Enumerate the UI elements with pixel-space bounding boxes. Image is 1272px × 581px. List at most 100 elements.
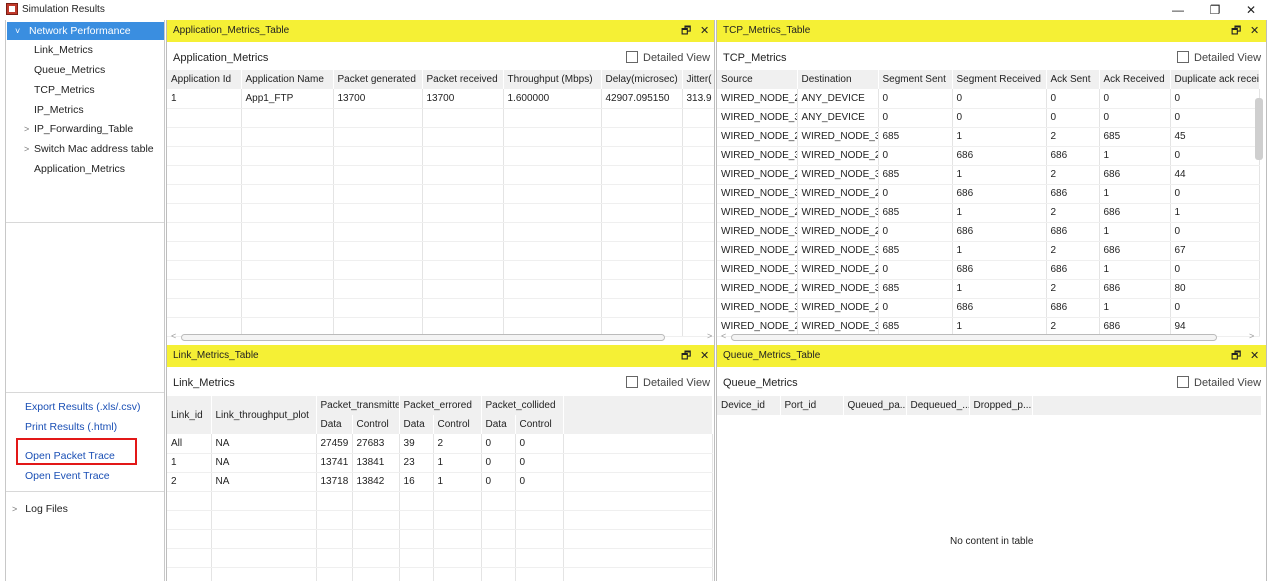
detailed-view-checkbox[interactable]: Detailed View	[1177, 51, 1261, 64]
column-header: Throughput (Mbps)	[503, 70, 602, 89]
table-cell: 2	[1046, 127, 1100, 147]
table-row: WIRED_NODE_3 ANY_DEVICE 0 0 0 0 0	[717, 108, 1260, 128]
restore-icon[interactable]: 🗗	[1231, 20, 1241, 42]
table-cell	[241, 127, 334, 147]
restore-icon[interactable]: 🗗	[1231, 345, 1241, 367]
chevron-right-icon: >	[24, 144, 30, 154]
table-cell	[399, 491, 434, 511]
window-title: Simulation Results	[22, 4, 105, 15]
column-header: Port_id	[780, 396, 844, 415]
empty-table-message: No content in table	[950, 536, 1034, 547]
horizontal-scrollbar[interactable]: < >	[171, 331, 714, 343]
app-icon	[6, 3, 18, 15]
empty-table-row	[167, 510, 713, 530]
table-cell: 685	[878, 279, 953, 299]
table-cell	[503, 222, 602, 242]
close-button[interactable]: ✕	[1236, 1, 1266, 19]
log-files-item[interactable]: > Log Files	[12, 503, 68, 515]
tree-item-tcp-metrics[interactable]: TCP_Metrics	[34, 83, 95, 97]
table-cell: WIRED_NODE_2	[717, 241, 798, 261]
scroll-left-icon[interactable]: <	[721, 331, 726, 341]
table-row: 1 App1_FTP 13700 13700 1.600000 42907.095150 3…	[167, 89, 714, 109]
sidebar: ˅ Network Performance Link_Metrics Queue…	[5, 20, 165, 581]
table-cell: 67	[1170, 241, 1260, 261]
export-results-link[interactable]: Export Results (.xls/.csv)	[25, 401, 141, 413]
close-icon[interactable]: ✕	[700, 20, 709, 42]
table-cell	[503, 127, 602, 147]
tree-item-label: TCP_Metrics	[34, 84, 95, 96]
queue-metrics-panel: Queue_Metrics_Table 🗗 ✕ Queue_Metrics De…	[716, 345, 1267, 581]
scroll-left-icon[interactable]: <	[171, 331, 176, 341]
detailed-view-checkbox[interactable]: Detailed View	[626, 51, 710, 64]
table-cell: 686	[952, 184, 1047, 204]
table-cell: 27683	[352, 434, 400, 454]
table-cell	[682, 222, 714, 242]
print-results-link[interactable]: Print Results (.html)	[25, 421, 117, 433]
scroll-right-icon[interactable]: >	[707, 331, 712, 341]
table-cell	[422, 203, 504, 223]
table-cell	[422, 184, 504, 204]
table-cell: WIRED_NODE_2	[797, 222, 879, 242]
tree-root-network-performance[interactable]: ˅ Network Performance	[7, 22, 164, 40]
table-cell: 13841	[352, 453, 400, 473]
tree-item-application-metrics[interactable]: Application_Metrics	[34, 162, 125, 176]
table-cell: 0	[878, 184, 953, 204]
table-cell: WIRED_NODE_3	[717, 146, 798, 166]
table-row: WIRED_NODE_2 WIRED_NODE_3 685 1 2 685 45	[717, 127, 1260, 147]
restore-icon[interactable]: 🗗	[681, 20, 691, 42]
table-cell	[601, 108, 683, 128]
table-cell	[682, 108, 714, 128]
scroll-thumb[interactable]	[731, 334, 1217, 341]
close-icon[interactable]: ✕	[700, 345, 709, 367]
vertical-scrollbar[interactable]	[1255, 98, 1263, 160]
minimize-button[interactable]: —	[1163, 1, 1193, 19]
table-cell	[682, 184, 714, 204]
table-row: WIRED_NODE_3 WIRED_NODE_2 0 686 686 1 0	[717, 222, 1260, 242]
empty-table-row	[167, 260, 714, 280]
open-event-trace-link[interactable]: Open Event Trace	[25, 470, 110, 482]
table-cell	[433, 529, 482, 549]
table-cell	[503, 165, 602, 185]
table-cell: 1	[433, 453, 482, 473]
table-cell	[481, 567, 516, 581]
table-cell: 686	[1099, 165, 1171, 185]
column-header: Delay(microsec)	[601, 70, 683, 89]
horizontal-scrollbar[interactable]: < >	[721, 331, 1266, 343]
table-cell	[601, 260, 683, 280]
detailed-view-checkbox[interactable]: Detailed View	[626, 376, 710, 389]
restore-icon[interactable]: 🗗	[681, 345, 691, 367]
checkbox-icon	[1177, 376, 1189, 388]
table-cell: 0	[515, 434, 564, 454]
chevron-right-icon: >	[12, 504, 18, 514]
restore-button[interactable]: ❐	[1200, 1, 1230, 19]
table-cell	[422, 298, 504, 318]
scroll-right-icon[interactable]: >	[1249, 331, 1254, 341]
scroll-thumb[interactable]	[181, 334, 665, 341]
detailed-view-checkbox[interactable]: Detailed View	[1177, 376, 1261, 389]
table-cell: WIRED_NODE_2	[797, 260, 879, 280]
table-cell	[316, 548, 353, 568]
column-header: Device_id	[717, 396, 781, 415]
table-cell	[433, 491, 482, 511]
table-cell	[563, 567, 713, 581]
table-cell	[167, 146, 242, 166]
tree-item-ip-forwarding-table[interactable]: > IP_Forwarding_Table	[24, 122, 133, 136]
table-cell: 686	[1046, 298, 1100, 318]
close-icon[interactable]: ✕	[1250, 20, 1259, 42]
close-icon[interactable]: ✕	[1250, 345, 1259, 367]
column-header: Destination	[797, 70, 879, 89]
table-cell: 0	[878, 108, 953, 128]
table-cell: 16	[399, 472, 434, 492]
table-cell: 686	[1046, 146, 1100, 166]
tree-item-ip-metrics[interactable]: IP_Metrics	[34, 103, 84, 117]
open-packet-trace-link[interactable]: Open Packet Trace	[25, 450, 115, 462]
tree-item-link-metrics[interactable]: Link_Metrics	[34, 43, 93, 57]
chevron-right-icon: >	[24, 124, 30, 134]
table-cell	[333, 298, 423, 318]
table-cell	[422, 260, 504, 280]
table-cell	[167, 108, 242, 128]
tree-item-switch-mac-table[interactable]: > Switch Mac address table	[24, 142, 154, 156]
table-cell: 0	[878, 298, 953, 318]
tree-item-queue-metrics[interactable]: Queue_Metrics	[34, 63, 105, 77]
table-cell	[515, 491, 564, 511]
